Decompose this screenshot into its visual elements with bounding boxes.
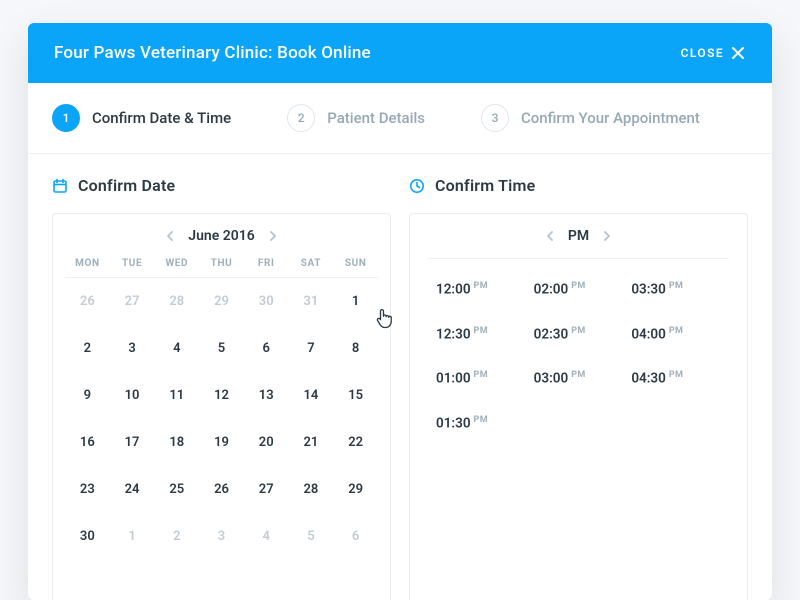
- time-slot[interactable]: 04:30PM: [631, 370, 683, 387]
- time-card: PM 12:00PM 02:00PM 03:30PM 12:30PM 02:30PM 04…: [409, 213, 748, 600]
- divider: [428, 258, 729, 259]
- calendar-day[interactable]: 24: [110, 466, 155, 513]
- calendar-day[interactable]: 29: [333, 466, 378, 513]
- day-of-week-header: MON TUE WED THU FRI SAT SUN: [65, 258, 378, 278]
- dow-label: FRI: [244, 258, 289, 269]
- calendar-day[interactable]: 22: [333, 419, 378, 466]
- calendar-day[interactable]: 30: [65, 513, 110, 560]
- modal-body: Confirm Date June 2016 MON TUE WED THU: [28, 154, 772, 600]
- calendar-day[interactable]: 30: [244, 278, 289, 325]
- time-section-title: Confirm Time: [409, 176, 748, 195]
- calendar-day[interactable]: 7: [289, 325, 334, 372]
- calendar-day[interactable]: 18: [154, 419, 199, 466]
- calendar-day[interactable]: 21: [289, 419, 334, 466]
- close-icon: [730, 45, 746, 61]
- calendar-day[interactable]: 6: [333, 513, 378, 560]
- time-slot[interactable]: 04:00PM: [631, 326, 683, 343]
- time-slot-grid: 12:00PM 02:00PM 03:30PM 12:30PM 02:30PM 04:00…: [422, 281, 735, 431]
- calendar-grid: 2627282930311234567891011121314151617181…: [65, 278, 378, 560]
- calendar-day[interactable]: 25: [154, 466, 199, 513]
- calendar-day[interactable]: 16: [65, 419, 110, 466]
- prev-month-button[interactable]: [162, 228, 178, 244]
- clock-icon: [409, 178, 425, 194]
- time-section-label: Confirm Time: [435, 176, 535, 195]
- dow-label: MON: [65, 258, 110, 269]
- dow-label: SUN: [333, 258, 378, 269]
- step-label: Confirm Date & Time: [92, 109, 231, 127]
- calendar-day[interactable]: 12: [199, 372, 244, 419]
- time-slot[interactable]: 02:00PM: [534, 281, 586, 298]
- calendar-day[interactable]: 5: [289, 513, 334, 560]
- calendar-day[interactable]: 9: [65, 372, 110, 419]
- modal-title: Four Paws Veterinary Clinic: Book Online: [54, 43, 371, 63]
- prev-period-button[interactable]: [542, 228, 558, 244]
- calendar-card: June 2016 MON TUE WED THU FRI SAT SUN 26…: [52, 213, 391, 600]
- date-section-title: Confirm Date: [52, 176, 391, 195]
- calendar-day[interactable]: 26: [199, 466, 244, 513]
- close-button[interactable]: CLOSE: [681, 45, 746, 61]
- calendar-day[interactable]: 17: [110, 419, 155, 466]
- calendar-day[interactable]: 28: [289, 466, 334, 513]
- calendar-day[interactable]: 8: [333, 325, 378, 372]
- step-2[interactable]: 2 Patient Details: [287, 104, 425, 132]
- time-slot[interactable]: 12:30PM: [436, 326, 488, 343]
- calendar-day[interactable]: 31: [289, 278, 334, 325]
- next-month-button[interactable]: [265, 228, 281, 244]
- time-slot[interactable]: 02:30PM: [534, 326, 586, 343]
- calendar-day[interactable]: 2: [154, 513, 199, 560]
- calendar-day[interactable]: 11: [154, 372, 199, 419]
- calendar-day[interactable]: 1: [333, 278, 378, 325]
- calendar-day[interactable]: 23: [65, 466, 110, 513]
- dow-label: WED: [154, 258, 199, 269]
- calendar-day[interactable]: 3: [110, 325, 155, 372]
- month-label: June 2016: [188, 228, 254, 244]
- calendar-day[interactable]: 5: [199, 325, 244, 372]
- step-label: Patient Details: [327, 109, 425, 127]
- step-number: 2: [287, 104, 315, 132]
- dow-label: SAT: [289, 258, 334, 269]
- calendar-day[interactable]: 10: [110, 372, 155, 419]
- step-number: 3: [481, 104, 509, 132]
- calendar-day[interactable]: 1: [110, 513, 155, 560]
- calendar-day[interactable]: 27: [244, 466, 289, 513]
- date-column: Confirm Date June 2016 MON TUE WED THU: [52, 176, 391, 600]
- next-period-button[interactable]: [599, 228, 615, 244]
- calendar-day[interactable]: 2: [65, 325, 110, 372]
- time-slot[interactable]: 03:00PM: [534, 370, 586, 387]
- progress-steps: 1 Confirm Date & Time 2 Patient Details …: [28, 83, 772, 154]
- calendar-day[interactable]: 27: [110, 278, 155, 325]
- calendar-icon: [52, 178, 68, 194]
- calendar-day[interactable]: 19: [199, 419, 244, 466]
- step-label: Confirm Your Appointment: [521, 109, 700, 127]
- step-number: 1: [52, 104, 80, 132]
- calendar-day[interactable]: 28: [154, 278, 199, 325]
- calendar-day[interactable]: 26: [65, 278, 110, 325]
- booking-modal: Four Paws Veterinary Clinic: Book Online…: [28, 23, 772, 600]
- calendar-day[interactable]: 4: [244, 513, 289, 560]
- modal-header: Four Paws Veterinary Clinic: Book Online…: [28, 23, 772, 83]
- month-nav: June 2016: [65, 228, 378, 244]
- calendar-day[interactable]: 29: [199, 278, 244, 325]
- calendar-day[interactable]: 6: [244, 325, 289, 372]
- calendar-day[interactable]: 20: [244, 419, 289, 466]
- time-column: Confirm Time PM 12:00PM02:00PM03:30PM12:…: [409, 176, 748, 600]
- time-slot[interactable]: 01:00PM: [436, 370, 488, 387]
- step-3[interactable]: 3 Confirm Your Appointment: [481, 104, 700, 132]
- time-slot[interactable]: 12:00PM: [436, 281, 488, 298]
- calendar-day[interactable]: 3: [199, 513, 244, 560]
- period-label: PM: [568, 228, 589, 244]
- close-label: CLOSE: [681, 46, 724, 60]
- dow-label: TUE: [110, 258, 155, 269]
- calendar-day[interactable]: 4: [154, 325, 199, 372]
- calendar-day[interactable]: 15: [333, 372, 378, 419]
- time-slot[interactable]: 03:30PM: [631, 281, 683, 298]
- date-section-label: Confirm Date: [78, 176, 175, 195]
- calendar-day[interactable]: 13: [244, 372, 289, 419]
- step-1[interactable]: 1 Confirm Date & Time: [52, 104, 231, 132]
- dow-label: THU: [199, 258, 244, 269]
- calendar-day[interactable]: 14: [289, 372, 334, 419]
- period-nav: PM: [422, 228, 735, 244]
- time-slot[interactable]: 01:30PM: [436, 415, 488, 432]
